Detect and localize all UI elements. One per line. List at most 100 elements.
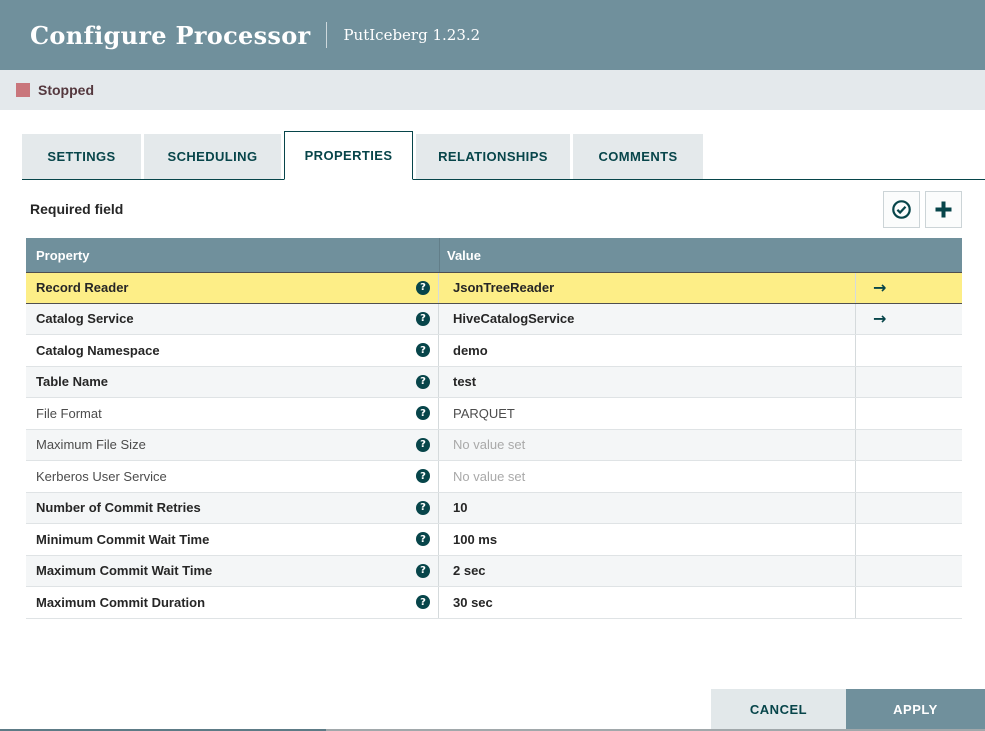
help-icon[interactable]: ? <box>416 500 430 515</box>
table-body: Record Reader ? JsonTreeReader → Catalog… <box>26 272 962 619</box>
actions-cell <box>856 398 962 429</box>
plus-icon <box>933 199 954 220</box>
property-cell: Catalog Service ? <box>26 303 439 334</box>
dialog-header: Configure Processor PutIceberg 1.23.2 <box>0 0 985 70</box>
go-to-service-icon[interactable]: → <box>873 310 886 327</box>
property-cell: Maximum Commit Duration ? <box>26 587 439 618</box>
property-value: test <box>453 374 477 390</box>
property-cell: Maximum File Size ? <box>26 429 439 460</box>
dialog-footer: CANCEL APPLY <box>711 689 985 729</box>
help-icon[interactable]: ? <box>416 532 430 547</box>
property-row[interactable]: Maximum Commit Wait Time ? 2 sec <box>26 555 962 587</box>
help-icon[interactable]: ? <box>416 437 430 452</box>
property-name: Minimum Commit Wait Time <box>36 531 210 547</box>
tab-label: COMMENTS <box>598 149 678 164</box>
actions-cell <box>856 367 962 398</box>
value-cell[interactable]: PARQUET <box>439 398 856 429</box>
value-cell[interactable]: 2 sec <box>439 555 856 586</box>
property-value: demo <box>453 342 488 358</box>
help-icon[interactable]: ? <box>416 374 430 389</box>
apply-button[interactable]: APPLY <box>846 689 985 729</box>
actions-cell: → <box>856 304 962 335</box>
property-cell: Maximum Commit Wait Time ? <box>26 555 439 586</box>
help-icon[interactable]: ? <box>416 469 430 484</box>
value-cell[interactable]: 100 ms <box>439 524 856 555</box>
property-value: JsonTreeReader <box>453 280 555 296</box>
property-cell: Minimum Commit Wait Time ? <box>26 524 439 555</box>
help-icon[interactable]: ? <box>416 595 430 610</box>
property-row[interactable]: Catalog Service ? HiveCatalogService → <box>26 303 962 335</box>
property-name: Maximum Commit Wait Time <box>36 563 213 579</box>
property-cell: File Format ? <box>26 398 439 429</box>
property-cell: Kerberos User Service ? <box>26 461 439 492</box>
property-name: Kerberos User Service <box>36 468 167 484</box>
go-to-service-icon[interactable]: → <box>873 279 886 296</box>
property-value: 30 sec <box>453 594 493 610</box>
property-name: Catalog Namespace <box>36 342 160 358</box>
actions-cell <box>856 524 962 555</box>
property-row[interactable]: Kerberos User Service ? No value set <box>26 461 962 493</box>
property-row[interactable]: Table Name ? test <box>26 366 962 398</box>
actions-cell <box>856 461 962 492</box>
property-row[interactable]: Record Reader ? JsonTreeReader → <box>26 272 962 304</box>
value-cell[interactable]: JsonTreeReader <box>439 273 856 303</box>
property-name: Maximum Commit Duration <box>36 594 206 610</box>
value-cell[interactable]: HiveCatalogService <box>439 303 856 334</box>
check-circle-icon <box>891 199 912 220</box>
tab-label: SCHEDULING <box>167 149 258 164</box>
help-icon[interactable]: ? <box>416 563 430 578</box>
help-icon[interactable]: ? <box>416 280 430 295</box>
value-cell[interactable]: test <box>439 366 856 397</box>
property-value: No value set <box>453 437 526 453</box>
dialog-title: Configure Processor <box>30 20 311 50</box>
property-column-header: Property <box>36 247 90 263</box>
property-cell: Record Reader ? <box>26 273 439 303</box>
property-name: Maximum File Size <box>36 437 146 453</box>
property-name: Table Name <box>36 374 109 390</box>
toolbar-buttons <box>883 190 962 228</box>
property-name: Number of Commit Retries <box>36 500 201 516</box>
help-icon[interactable]: ? <box>416 406 430 421</box>
property-value: PARQUET <box>453 405 515 421</box>
cancel-button[interactable]: CANCEL <box>711 689 846 729</box>
help-icon[interactable]: ? <box>416 343 430 358</box>
status-bar: Stopped <box>0 70 985 110</box>
property-row[interactable]: Number of Commit Retries ? 10 <box>26 492 962 524</box>
help-icon[interactable]: ? <box>416 311 430 326</box>
property-row[interactable]: Catalog Namespace ? demo <box>26 335 962 367</box>
actions-cell: → <box>856 273 962 303</box>
value-cell[interactable]: 10 <box>439 492 856 523</box>
value-cell[interactable]: No value set <box>439 429 856 460</box>
stopped-status-icon <box>16 83 30 97</box>
property-value: 10 <box>453 500 468 516</box>
property-row[interactable]: Maximum File Size ? No value set <box>26 429 962 461</box>
property-name: Catalog Service <box>36 311 134 327</box>
value-cell[interactable]: demo <box>439 335 856 366</box>
tab-scheduling[interactable]: SCHEDULING <box>144 134 281 179</box>
tab-properties[interactable]: PROPERTIES <box>284 131 413 180</box>
tab-settings[interactable]: SETTINGS <box>22 134 141 179</box>
tab-comments[interactable]: COMMENTS <box>573 134 703 179</box>
tab-label: SETTINGS <box>47 149 116 164</box>
add-property-button[interactable] <box>925 190 962 228</box>
actions-cell <box>856 430 962 461</box>
value-cell[interactable]: No value set <box>439 461 856 492</box>
property-cell: Catalog Namespace ? <box>26 335 439 366</box>
property-value: 2 sec <box>453 563 486 579</box>
property-cell: Table Name ? <box>26 366 439 397</box>
status-label: Stopped <box>38 82 94 98</box>
actions-cell <box>856 556 962 587</box>
title-divider <box>326 22 328 48</box>
property-value: HiveCatalogService <box>453 311 575 327</box>
required-field-label: Required field <box>30 201 124 217</box>
properties-table: Property Value Record Reader ? JsonTreeR… <box>26 238 962 619</box>
tab-relationships[interactable]: RELATIONSHIPS <box>416 134 570 179</box>
property-row[interactable]: Minimum Commit Wait Time ? 100 ms <box>26 524 962 556</box>
tab-label: PROPERTIES <box>304 148 393 163</box>
properties-toolbar: Required field <box>30 180 962 238</box>
property-row[interactable]: Maximum Commit Duration ? 30 sec <box>26 587 962 619</box>
value-cell[interactable]: 30 sec <box>439 587 856 618</box>
table-header-row: Property Value <box>26 238 962 272</box>
property-row[interactable]: File Format ? PARQUET <box>26 398 962 430</box>
verify-properties-button[interactable] <box>883 190 920 228</box>
